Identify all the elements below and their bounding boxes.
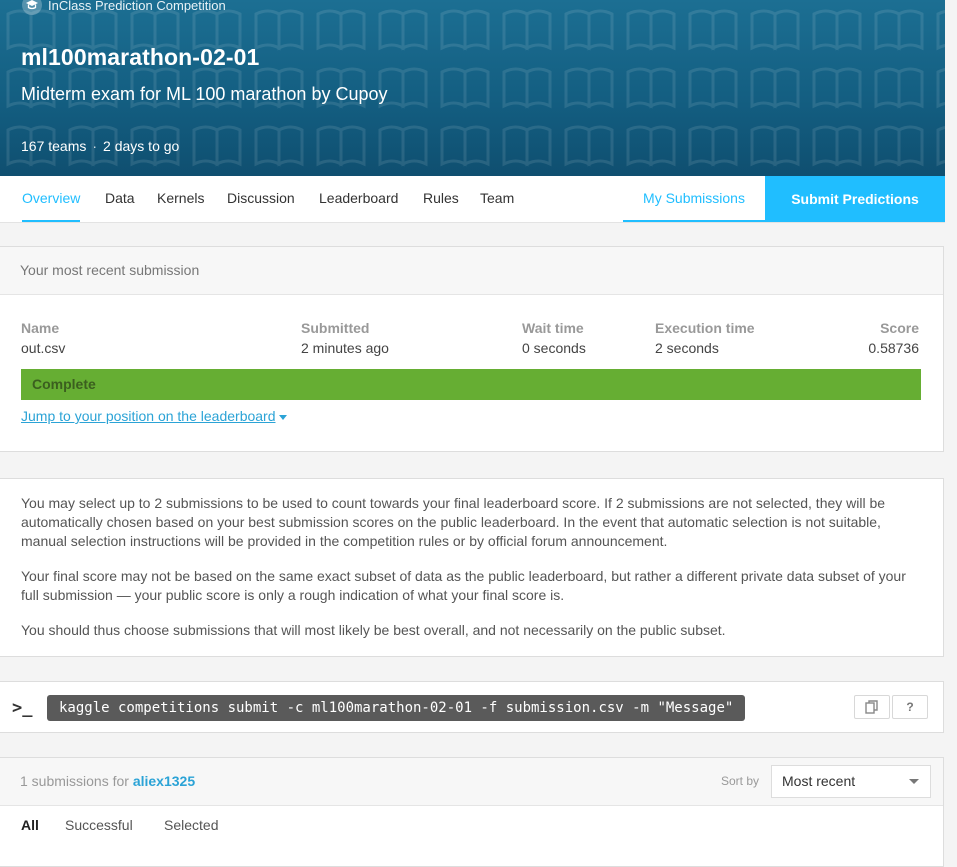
graduation-cap-icon [22,0,42,15]
jump-to-leaderboard-link[interactable]: Jump to your position on the leaderboard [21,408,287,424]
sort-select[interactable]: Most recent [771,765,931,798]
competition-type-label: InClass Prediction Competition [48,0,226,13]
tab-team[interactable]: Team [480,176,514,220]
competition-meta: 167 teams · 2 days to go [21,138,179,154]
help-button[interactable]: ? [892,695,928,719]
chevron-down-icon [909,779,919,784]
score-value: 0.58736 [868,340,919,356]
submissions-list-card: 1 submissions for aliex1325 Sort by Most… [0,757,944,867]
tab-data[interactable]: Data [105,176,135,220]
api-command[interactable]: kaggle competitions submit -c ml100marat… [47,695,746,721]
info-paragraph-2: Your final score may not be based on the… [21,568,906,603]
filter-tab-all[interactable]: All [21,817,39,833]
competition-header: InClass Prediction Competition ml100mara… [0,0,945,176]
name-value: out.csv [21,340,66,356]
execution-time-value: 2 seconds [655,340,719,356]
copy-icon [865,700,878,714]
api-command-card: >_ kaggle competitions submit -c ml100ma… [0,681,944,733]
tab-leaderboard[interactable]: Leaderboard [319,176,398,220]
tab-discussion[interactable]: Discussion [227,176,295,220]
info-paragraph-1: You may select up to 2 submissions to be… [21,495,886,549]
score-label: Score [880,320,919,336]
separator-dot: · [92,138,98,154]
submissions-count-text: 1 submissions for [20,773,129,789]
wait-time-column: Wait time 0 seconds [522,318,586,358]
tab-kernels[interactable]: Kernels [157,176,204,220]
competition-subtitle: Midterm exam for ML 100 marathon by Cupo… [21,84,388,104]
submit-predictions-button[interactable]: Submit Predictions [765,176,945,222]
competition-title: ml100marathon-02-01 [21,44,260,70]
copy-button[interactable] [854,695,890,719]
deadline: 2 days to go [103,138,180,154]
teams-count: 167 teams [21,138,87,154]
tab-rules[interactable]: Rules [423,176,459,220]
sort-label: Sort by [721,774,760,788]
execution-time-column: Execution time 2 seconds [655,318,755,358]
submitted-value: 2 minutes ago [301,340,389,356]
info-paragraph-3: You should thus choose submissions that … [21,622,726,638]
submitted-column: Submitted 2 minutes ago [301,318,389,358]
submitted-label: Submitted [301,320,370,336]
recent-submission-header: Your most recent submission [0,247,943,295]
my-submissions-tab[interactable]: My Submissions [623,176,765,222]
competition-nav: Overview Data Kernels Discussion Leaderb… [0,176,945,223]
status-bar: Complete [21,369,921,400]
jump-link-label: Jump to your position on the leaderboard [21,408,276,424]
selection-info-card: You may select up to 2 submissions to be… [0,478,944,657]
filter-tab-successful[interactable]: Successful [65,817,133,833]
name-label: Name [21,320,60,336]
wait-time-value: 0 seconds [522,340,586,356]
filter-tab-selected[interactable]: Selected [164,817,218,833]
tab-overview[interactable]: Overview [22,176,81,222]
terminal-icon: >_ [12,698,33,718]
competition-type: InClass Prediction Competition [22,0,226,15]
sort-selected-value: Most recent [782,773,856,789]
execution-time-label: Execution time [655,320,755,336]
user-link[interactable]: aliex1325 [133,773,195,789]
submissions-count: 1 submissions for aliex1325 [20,773,195,789]
caret-down-icon [278,414,287,420]
submissions-header: 1 submissions for aliex1325 Sort by Most… [0,758,943,806]
score-column: Score 0.58736 [868,318,919,358]
wait-time-label: Wait time [522,320,584,336]
name-column: Name out.csv [21,318,65,358]
recent-submission-card: Your most recent submission Name out.csv… [0,246,944,452]
